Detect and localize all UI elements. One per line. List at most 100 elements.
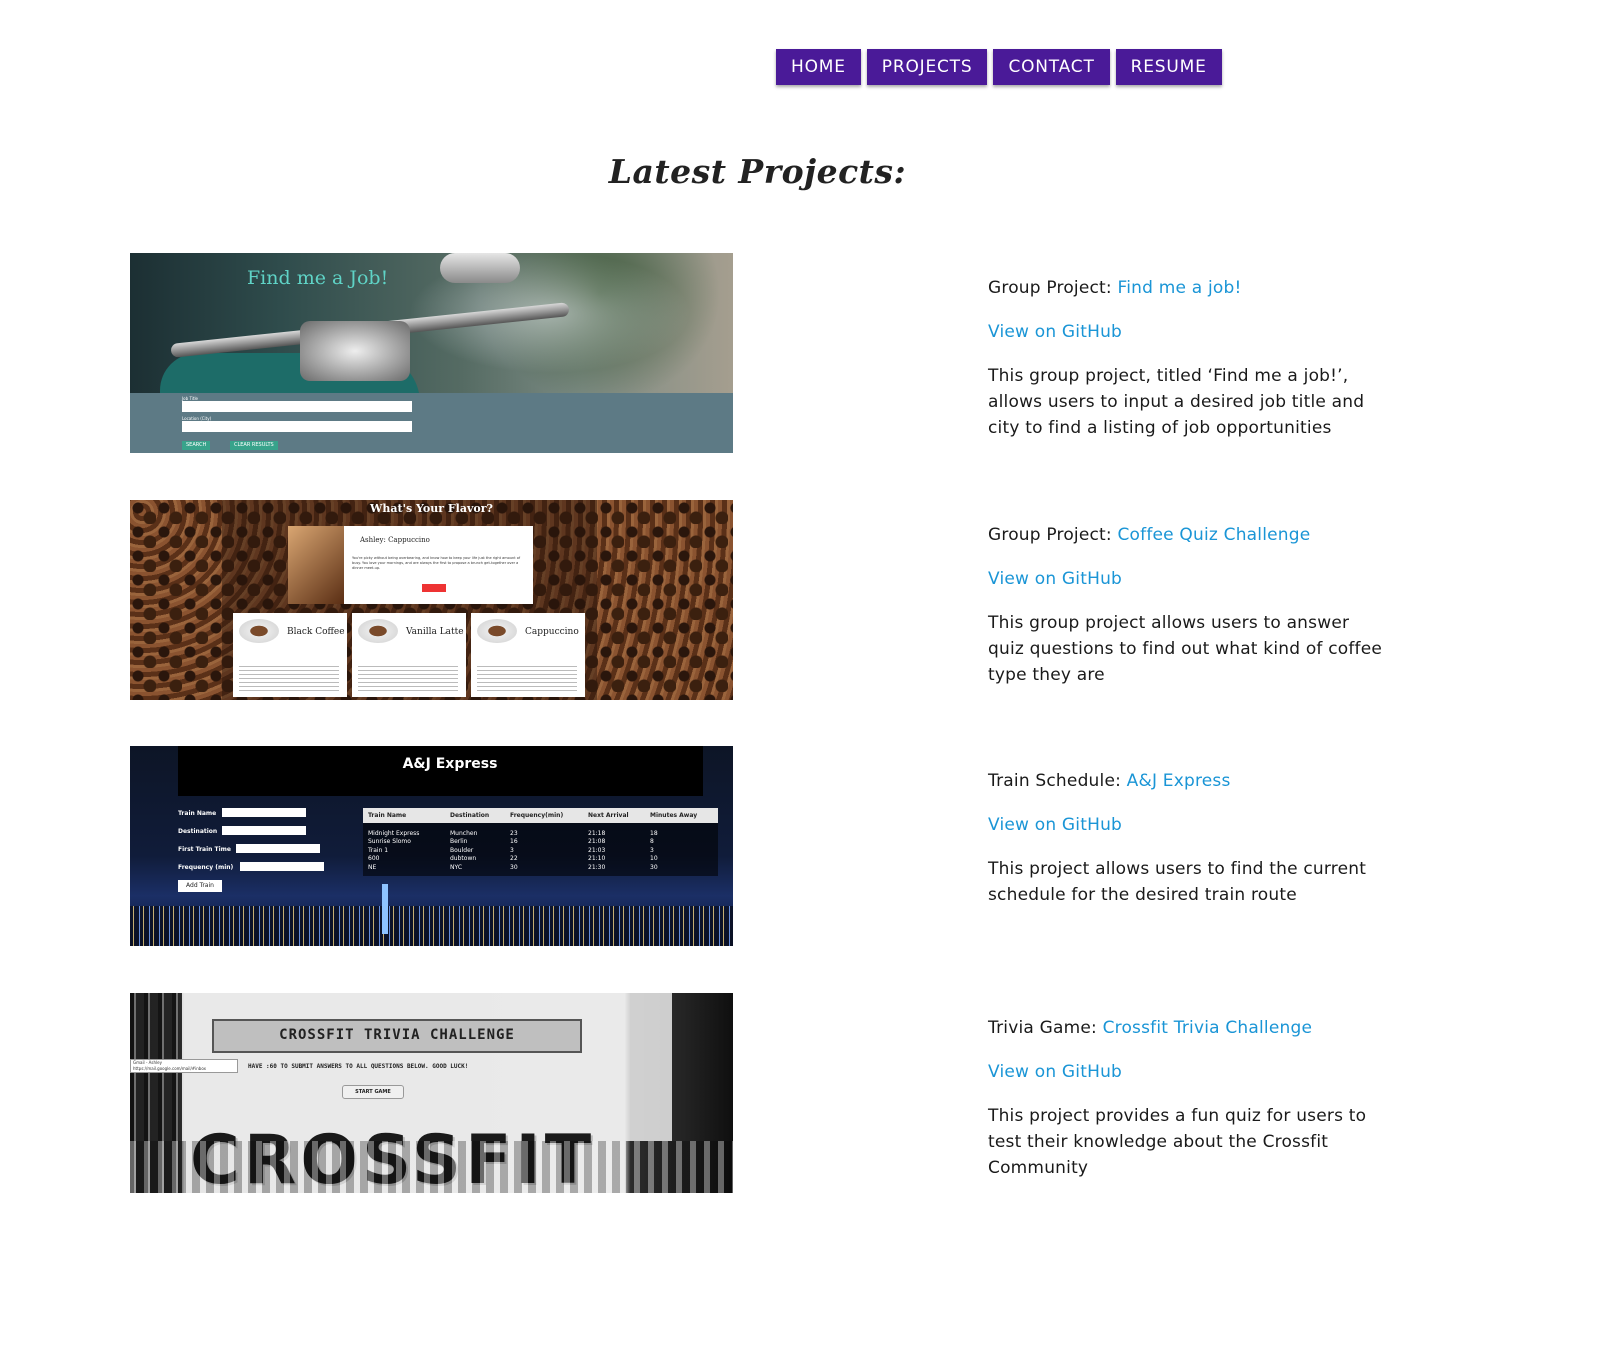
project-description: This group project allows users to answe… bbox=[988, 613, 1383, 685]
screenshot-table-cell: 10 bbox=[650, 855, 658, 863]
screenshot-table-cell: 21:08 bbox=[588, 838, 606, 846]
screenshot-label: Train Name bbox=[178, 810, 217, 817]
github-link[interactable]: View on GitHub bbox=[988, 569, 1122, 589]
nav-resume-button[interactable]: RESUME bbox=[1115, 49, 1222, 85]
project-info: Group Project: Find me a job! View on Gi… bbox=[988, 275, 1388, 441]
screenshot-table-cell: Berlin bbox=[450, 838, 468, 846]
project-type: Train Schedule: bbox=[988, 771, 1122, 791]
project-heading: Train Schedule: A&J Express bbox=[988, 768, 1388, 794]
screenshot-table-cell: 23 bbox=[510, 830, 518, 837]
screenshot-coffee-card: Cappuccino bbox=[471, 613, 585, 697]
screenshot-table-cell: 21:30 bbox=[588, 863, 606, 871]
project-info: Group Project: Coffee Quiz Challenge Vie… bbox=[988, 522, 1388, 688]
project-row: A&J Express Train Name Destination First… bbox=[130, 746, 1430, 946]
github-link[interactable]: View on GitHub bbox=[988, 1062, 1122, 1082]
screenshot-coffee-card: Black Coffee bbox=[233, 613, 347, 697]
project-screenshot-train-schedule[interactable]: A&J Express Train Name Destination First… bbox=[130, 746, 733, 946]
screenshot-texture bbox=[130, 1141, 733, 1193]
project-link[interactable]: Find me a job! bbox=[1117, 278, 1241, 298]
screenshot-table-cell: 18 bbox=[650, 830, 658, 837]
project-link[interactable]: Crossfit Trivia Challenge bbox=[1103, 1018, 1313, 1038]
screenshot-card-name: Black Coffee bbox=[287, 627, 345, 637]
screenshot-result-name: Ashley: Cappuccino bbox=[360, 536, 430, 544]
screenshot-label: First Train Time bbox=[178, 846, 231, 853]
screenshot-table-cell: NE bbox=[368, 863, 377, 871]
project-info: Trivia Game: Crossfit Trivia Challenge V… bbox=[988, 1015, 1388, 1181]
screenshot-input bbox=[240, 862, 324, 871]
screenshot-column-header: Next Arrival bbox=[588, 812, 629, 819]
project-description: This group project, titled ‘Find me a jo… bbox=[988, 366, 1365, 438]
screenshot-clear-button: CLEAR RESULTS bbox=[230, 441, 278, 450]
screenshot-title: Find me a Job! bbox=[247, 267, 389, 289]
screenshot-table-cell: 3 bbox=[510, 846, 514, 854]
project-type: Group Project: bbox=[988, 278, 1112, 298]
project-row: CROSSFIT TRIVIA CHALLENGE HAVE :60 TO SU… bbox=[130, 993, 1430, 1193]
screenshot-input bbox=[222, 808, 306, 817]
screenshot-subtitle: HAVE :60 TO SUBMIT ANSWERS TO ALL QUESTI… bbox=[248, 1063, 469, 1070]
coffee-cup-icon bbox=[358, 619, 398, 643]
screenshot-try-again-button bbox=[422, 584, 446, 592]
project-type: Group Project: bbox=[988, 525, 1112, 545]
github-link[interactable]: View on GitHub bbox=[988, 322, 1122, 342]
screenshot-card-name: Cappuccino bbox=[525, 627, 579, 637]
screenshot-table-cell: Munchen bbox=[450, 830, 478, 837]
screenshot-label: Destination bbox=[178, 828, 218, 835]
screenshot-gauge bbox=[300, 321, 410, 381]
screenshot-label: Frequency (min) bbox=[178, 864, 234, 871]
project-row: Find me a Job! Job Title Location (City)… bbox=[130, 253, 1430, 453]
screenshot-table-cell: 30 bbox=[650, 863, 658, 871]
screenshot-table-cell: NYC bbox=[450, 863, 463, 871]
screenshot-search-button: SEARCH bbox=[182, 441, 211, 450]
screenshot-title: What's Your Flavor? bbox=[370, 502, 493, 515]
project-link[interactable]: A&J Express bbox=[1127, 771, 1231, 791]
coffee-cup-icon bbox=[239, 619, 279, 643]
screenshot-table-cell: 21:18 bbox=[588, 830, 606, 837]
screenshot-table-cell: Boulder bbox=[450, 846, 474, 854]
github-link[interactable]: View on GitHub bbox=[988, 815, 1122, 835]
screenshot-tooltip: Gmail - Ashley https://mail.google.com/m… bbox=[130, 1059, 238, 1073]
screenshot-title: CROSSFIT TRIVIA CHALLENGE bbox=[279, 1027, 515, 1043]
screenshot-table-cell: 22 bbox=[510, 855, 518, 863]
screenshot-card-text bbox=[477, 663, 577, 693]
project-heading: Group Project: Find me a job! bbox=[988, 275, 1388, 301]
screenshot-coffee-image bbox=[288, 526, 344, 604]
project-screenshot-find-me-a-job[interactable]: Find me a Job! Job Title Location (City)… bbox=[130, 253, 733, 453]
screenshot-table-cell: 8 bbox=[650, 838, 654, 846]
screenshot-title: A&J Express bbox=[402, 756, 498, 772]
screenshot-table-cell: 16 bbox=[510, 838, 518, 846]
screenshot-input bbox=[182, 421, 412, 432]
nav-contact-button[interactable]: CONTACT bbox=[993, 49, 1110, 85]
screenshot-coffee-card: Vanilla Latte bbox=[352, 613, 466, 697]
page-title: Latest Projects: bbox=[608, 152, 907, 191]
main-nav: HOME PROJECTS CONTACT RESUME bbox=[776, 49, 1222, 85]
screenshot-table-cell: Midnight Express bbox=[368, 830, 420, 837]
screenshot-table-cell: Train 1 bbox=[368, 846, 389, 854]
screenshot-city-skyline bbox=[130, 906, 733, 946]
project-type: Trivia Game: bbox=[988, 1018, 1097, 1038]
project-row: What's Your Flavor? Ashley: Cappuccino Y… bbox=[130, 500, 1430, 700]
screenshot-card-text bbox=[358, 663, 458, 693]
screenshot-card-text bbox=[239, 663, 339, 693]
project-link[interactable]: Coffee Quiz Challenge bbox=[1117, 525, 1310, 545]
screenshot-column-header: Frequency(min) bbox=[510, 812, 564, 819]
project-heading: Trivia Game: Crossfit Trivia Challenge bbox=[988, 1015, 1388, 1041]
project-screenshot-coffee-quiz[interactable]: What's Your Flavor? Ashley: Cappuccino Y… bbox=[130, 500, 733, 700]
screenshot-result-text: You're picky without being overbearing, … bbox=[352, 556, 521, 570]
screenshot-mirror bbox=[440, 253, 520, 283]
screenshot-table-cell: dubtown bbox=[450, 855, 477, 863]
project-heading: Group Project: Coffee Quiz Challenge bbox=[988, 522, 1388, 548]
screenshot-table-cell: 21:10 bbox=[588, 855, 606, 863]
screenshot-table-cell: 21:03 bbox=[588, 846, 606, 854]
nav-home-button[interactable]: HOME bbox=[776, 49, 861, 85]
project-screenshot-crossfit-trivia[interactable]: CROSSFIT TRIVIA CHALLENGE HAVE :60 TO SU… bbox=[130, 993, 733, 1193]
screenshot-tower bbox=[382, 884, 388, 934]
screenshot-input bbox=[182, 401, 412, 412]
screenshot-input bbox=[236, 844, 320, 853]
tooltip-url: https://mail.google.com/mail/#inbox bbox=[133, 1066, 207, 1071]
nav-projects-button[interactable]: PROJECTS bbox=[866, 49, 988, 85]
screenshot-column-header: Train Name bbox=[368, 812, 407, 819]
screenshot-start-button: START GAME bbox=[342, 1085, 404, 1099]
project-description: This project provides a fun quiz for use… bbox=[988, 1106, 1367, 1178]
project-description: This project allows users to find the cu… bbox=[988, 859, 1367, 905]
screenshot-input bbox=[222, 826, 306, 835]
